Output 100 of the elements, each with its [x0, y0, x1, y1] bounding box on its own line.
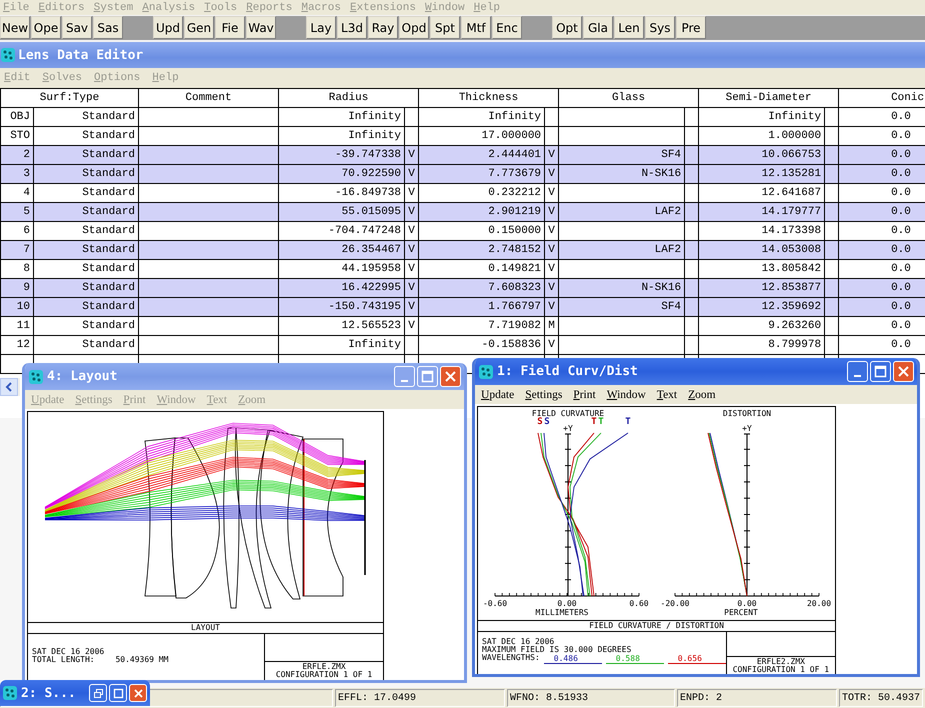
table-cell: Infinity	[698, 108, 825, 126]
plot-date: SAT DEC 16 2006	[482, 638, 556, 646]
tick-label: 20.00	[806, 599, 832, 608]
table-cell: V	[404, 316, 419, 336]
plot-title: FIELD CURVATURE / DISTORTION	[478, 620, 835, 632]
column-header: Semi-Diameter	[698, 88, 839, 108]
table-cell: V	[544, 298, 559, 316]
maximize-icon	[112, 688, 124, 698]
toolbar-button[interactable]: Len	[614, 16, 644, 39]
table-cell: LAF2	[558, 202, 685, 222]
table-cell: 2.748152	[418, 240, 545, 260]
toolbar-button[interactable]: Enc	[492, 16, 522, 39]
app-icon	[0, 47, 16, 63]
table-row[interactable]: 9 Standard 16.422995 V 7.608323 V N-SK16 12.853877 0.0	[0, 278, 925, 298]
table-cell: V	[404, 164, 419, 184]
menu-item[interactable]: Text	[656, 388, 678, 400]
curve-label: T	[591, 417, 597, 427]
menu-item[interactable]: Zoom	[688, 388, 716, 400]
toolbar-button[interactable]: Ope	[31, 16, 61, 39]
table-cell: 2.901219	[418, 202, 545, 222]
toolbar-button[interactable]: New	[0, 16, 30, 39]
menu-item[interactable]: Settings	[525, 388, 562, 400]
tick-label: -20.00	[660, 599, 690, 608]
app-icon	[28, 368, 44, 384]
table-cell: 12.359692	[698, 298, 825, 316]
window-title: Lens Data Editor	[18, 48, 144, 62]
toolbar-button[interactable]: Opt	[552, 16, 582, 39]
configuration-label: CONFIGURATION 1 OF 1	[274, 671, 374, 679]
minimized-window[interactable]: 2: S...	[0, 680, 150, 706]
toolbar-button[interactable]: Upd	[153, 16, 183, 39]
toolbar-button[interactable]: Opd	[399, 16, 429, 39]
table-cell: SF4	[558, 298, 685, 316]
axis-title: MILLIMETERS	[536, 608, 588, 617]
table-cell: M	[544, 316, 559, 336]
menu-item[interactable]: Print	[573, 388, 596, 400]
table-cell: 12	[0, 336, 34, 354]
axis-label: +Y	[563, 424, 573, 433]
axis-title: PERCENT	[724, 608, 758, 617]
table-cell: 5	[0, 202, 34, 222]
table-cell: LAF2	[558, 240, 685, 260]
table-cell: 7.773679	[418, 164, 545, 184]
wavelength-value: 0.588	[606, 654, 664, 664]
menu-item[interactable]: Window	[606, 388, 646, 400]
window-title: 2: S...	[21, 686, 76, 700]
table-cell: -0.158836	[418, 336, 545, 354]
table-cell: V	[404, 240, 419, 260]
toolbar-button[interactable]: L3d	[337, 16, 367, 39]
table-row[interactable]: 10 Standard -150.743195 V 1.766797 V SF4 12.359692 0.0	[0, 298, 925, 316]
close-button[interactable]	[893, 361, 914, 382]
table-cell: Infinity	[418, 108, 545, 126]
table-cell: 8.799978	[698, 336, 825, 354]
maximize-button[interactable]	[870, 361, 891, 382]
toolbar-button[interactable]: Spt	[430, 16, 460, 39]
toolbar-button[interactable]: Mtf	[461, 16, 491, 39]
toolbar-button[interactable]: Ray	[368, 16, 398, 39]
toolbar-button[interactable]: Lay	[306, 16, 336, 39]
table-cell: Infinity	[278, 108, 405, 126]
table-row[interactable]: 7 Standard 26.354467 V 2.748152 V LAF2 14.053008 0.0	[0, 240, 925, 260]
chart-title: FIELD CURVATURE	[532, 409, 604, 418]
configuration-label: CONFIGURATION 1 OF 1	[732, 666, 830, 674]
table-row[interactable]: 2 Standard -39.747338 V 2.444401 V SF4 10.066753 0.0	[0, 146, 925, 164]
toolbar-button[interactable]: Wav	[246, 16, 276, 39]
table-cell: 12.565523	[278, 316, 405, 336]
tick-label: 0.60	[629, 599, 649, 608]
toolbar-button[interactable]: Gen	[184, 16, 214, 39]
close-icon	[444, 370, 457, 383]
file-name: ERFLE2.ZMX	[756, 658, 806, 666]
curve-label: S	[544, 417, 550, 427]
menu-item[interactable]: Update	[481, 388, 514, 400]
table-cell: 1.766797	[418, 298, 545, 316]
toolbar-button[interactable]: Fie	[215, 16, 245, 39]
table-row[interactable]: OBJ Standard Infinity Infinity Infinity 0.0	[0, 108, 925, 126]
table-cell: V	[544, 336, 559, 354]
table-cell: 7	[0, 240, 34, 260]
toolbar-button[interactable]: Sav	[62, 16, 92, 39]
toolbar-button[interactable]: Sys	[645, 16, 675, 39]
table-cell: 14.179777	[698, 202, 825, 222]
toolbar-button[interactable]: Pre	[676, 16, 706, 39]
table-cell: OBJ	[0, 108, 34, 126]
window-title: 4: Layout	[47, 369, 118, 384]
table-cell: 70.922590	[278, 164, 405, 184]
tick-label: 0.00	[557, 599, 577, 608]
toolbar-button[interactable]: Gla	[583, 16, 613, 39]
table-row[interactable]: 11 Standard 12.565523 V 7.719082 M 9.263260 0.0	[0, 316, 925, 336]
restore-icon	[92, 688, 104, 698]
minimize-icon	[401, 380, 408, 382]
maximize-icon	[421, 370, 434, 383]
maximize-button[interactable]	[109, 684, 127, 702]
restore-button[interactable]	[89, 684, 107, 702]
table-cell: 55.015095	[278, 202, 405, 222]
table-row[interactable]: 12 Standard Infinity -0.158836 V 8.799978 0.0	[0, 336, 925, 354]
table-cell: V	[544, 202, 559, 222]
table-row[interactable]: 5 Standard 55.015095 V 2.901219 V LAF2 14.179777 0.0	[0, 202, 925, 222]
total-length-value: 50.49369 MM	[115, 655, 168, 664]
toolbar-button[interactable]: Sas	[93, 16, 123, 39]
curve-label: S	[537, 417, 543, 427]
minimize-button[interactable]	[847, 361, 868, 382]
table-row[interactable]: 3 Standard 70.922590 V 7.773679 V N-SK16 12.135281 0.0	[0, 164, 925, 184]
close-button[interactable]	[129, 684, 147, 702]
column-header: Glass	[558, 88, 699, 108]
